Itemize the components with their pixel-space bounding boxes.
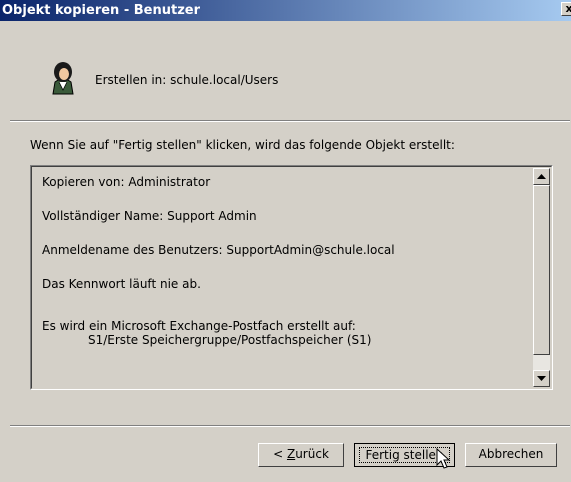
summary-line-full-name: Vollständiger Name: Support Admin [42, 209, 257, 223]
summary-line-mailbox-store: S1/Erste Speichergruppe/Postfachspeicher… [88, 333, 372, 347]
user-icon [52, 62, 74, 95]
back-button-rest: urück [295, 447, 329, 461]
summary-line-exchange: Es wird ein Microsoft Exchange-Postfach … [42, 319, 356, 333]
scroll-down-button[interactable] [533, 370, 550, 387]
create-in-label: Erstellen in: [95, 73, 167, 87]
close-icon: x [565, 2, 571, 15]
back-button-prefix: < [273, 447, 287, 461]
scroll-up-button[interactable] [533, 168, 550, 185]
summary-textbox[interactable]: Kopieren von: Administrator Vollständige… [30, 165, 553, 390]
arrow-up-icon [537, 174, 546, 179]
create-in-text: Erstellen in: schule.local/Users [95, 73, 278, 87]
summary-line-password: Das Kennwort läuft nie ab. [42, 277, 201, 291]
cancel-button[interactable]: Abbrechen [465, 443, 557, 467]
window-title: Objekt kopieren - Benutzer [2, 3, 200, 18]
header-divider [10, 120, 570, 122]
finish-button-label: Fertig stellen [365, 448, 444, 462]
title-bar: Objekt kopieren - Benutzer x [0, 0, 571, 21]
summary-line-logon-name: Anmeldename des Benutzers: SupportAdmin@… [42, 243, 395, 257]
arrow-down-icon [537, 376, 546, 381]
close-button[interactable]: x [561, 2, 571, 16]
cancel-button-label: Abbrechen [478, 447, 544, 461]
scroll-thumb[interactable] [533, 185, 550, 355]
footer-divider [10, 425, 570, 427]
create-in-value: schule.local/Users [170, 73, 279, 87]
mouse-cursor-icon [436, 448, 451, 469]
back-button[interactable]: < Zurück [258, 443, 344, 467]
instruction-text: Wenn Sie auf "Fertig stellen" klicken, w… [30, 138, 455, 152]
back-button-mnemonic: Z [286, 447, 296, 461]
vertical-scrollbar[interactable] [533, 168, 550, 387]
summary-line-copy-from: Kopieren von: Administrator [42, 175, 211, 189]
